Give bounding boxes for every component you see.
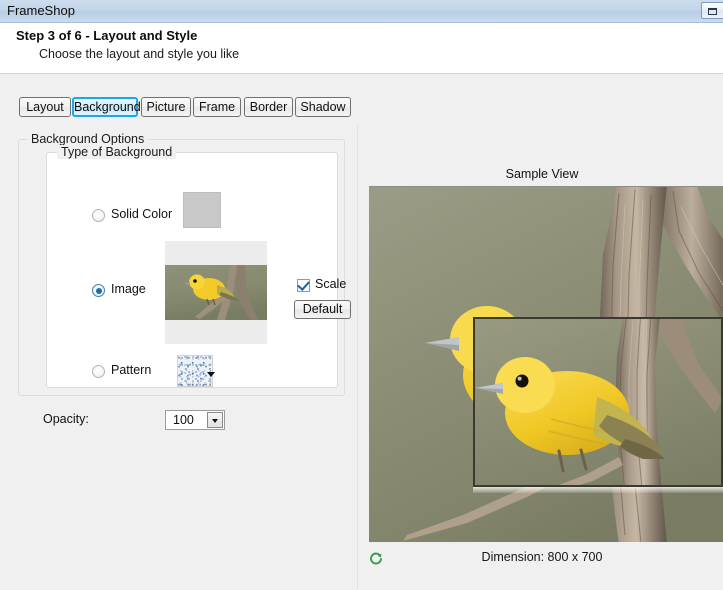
tab-border[interactable]: Border: [244, 97, 293, 117]
tab-layout[interactable]: Layout: [19, 97, 71, 117]
check-icon: [297, 278, 310, 291]
solid-gray-swatch[interactable]: [183, 192, 221, 228]
restore-window-button[interactable]: [701, 2, 723, 19]
type-of-background-group: Type of Background Solid Color Image Sca…: [46, 145, 351, 388]
page-subtitle: Choose the layout and style you like: [39, 47, 240, 61]
tab-strip: Layout Background Picture Frame Border S…: [0, 75, 723, 125]
radio-image-label: Image: [111, 282, 146, 296]
scale-checkbox-label: Scale: [315, 277, 347, 291]
opacity-label: Opacity:: [43, 412, 89, 426]
sample-inset-frame[interactable]: [473, 317, 723, 487]
radio-image[interactable]: [92, 284, 105, 297]
dimension-text: Dimension: 800 x 700: [481, 550, 603, 564]
radio-solid-color[interactable]: [92, 209, 105, 222]
pattern-dropdown-caret-icon[interactable]: [207, 372, 215, 377]
page-title: Step 3 of 6 - Layout and Style: [16, 28, 198, 43]
opacity-dropdown-button[interactable]: [207, 412, 223, 428]
tab-picture[interactable]: Picture: [141, 97, 191, 117]
panel-divider: [357, 125, 358, 590]
radio-solid-color-label: Solid Color: [111, 207, 173, 221]
tab-frame[interactable]: Frame: [193, 97, 241, 117]
sample-inset-shadow: [473, 487, 723, 493]
radio-pattern-label: Pattern: [111, 363, 152, 377]
wizard-header: Step 3 of 6 - Layout and Style Choose th…: [0, 23, 723, 74]
tab-background[interactable]: Background: [72, 97, 141, 117]
opacity-value: 100: [173, 413, 194, 427]
frameshop-window: FrameShop Step 3 of 6 - Layout and Style…: [0, 0, 723, 590]
type-of-background-label: Type of Background: [57, 145, 177, 159]
noise-pattern-swatch[interactable]: [177, 355, 213, 387]
opacity-input[interactable]: 100: [165, 410, 225, 430]
window-title: FrameShop: [7, 3, 75, 18]
window-titlebar: FrameShop: [0, 0, 723, 23]
scale-checkbox[interactable]: [297, 278, 310, 292]
sample-inset-photo: [475, 319, 721, 485]
background-options-group: Background Options Type of Background So…: [18, 132, 351, 396]
yellow-warbler-photo: [165, 265, 267, 320]
default-button[interactable]: Default: [294, 300, 351, 319]
sample-status-bar: Dimension: 800 x 700: [361, 548, 723, 578]
restore-window-icon: [708, 8, 717, 15]
tab-shadow[interactable]: Shadow: [295, 97, 351, 117]
image-preview-thumbnail[interactable]: [165, 241, 267, 344]
radio-pattern[interactable]: [92, 365, 105, 378]
sample-view-title: Sample View: [505, 167, 579, 181]
background-options-label: Background Options: [27, 132, 149, 146]
